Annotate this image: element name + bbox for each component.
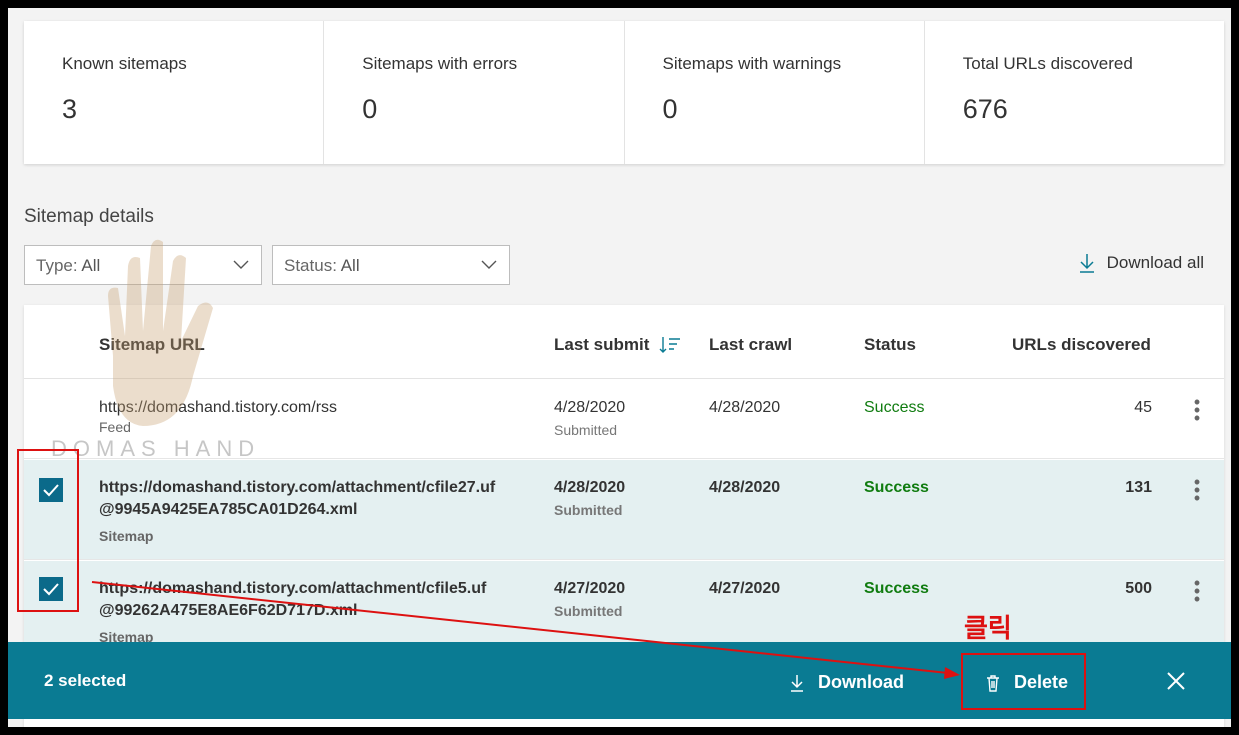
annotation-arrow-icon	[91, 581, 960, 679]
search-console-sitemaps-page: Known sitemaps 3 Sitemaps with errors 0 …	[8, 8, 1231, 727]
